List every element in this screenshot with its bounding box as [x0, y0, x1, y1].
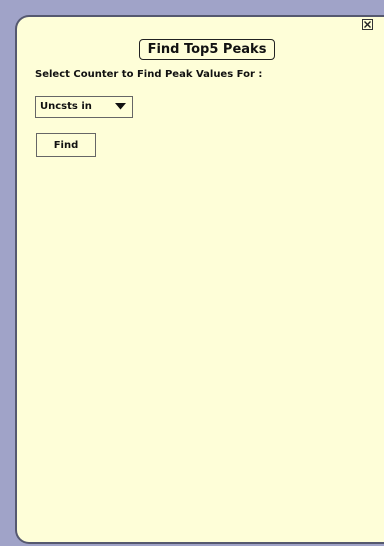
dialog-title-badge: Find Top5 Peaks: [139, 39, 275, 60]
close-button[interactable]: [362, 19, 373, 30]
find-button[interactable]: Find: [36, 133, 96, 157]
chevron-down-icon: [115, 103, 126, 110]
dialog-title: Find Top5 Peaks: [147, 42, 267, 57]
dialog-panel: [15, 15, 384, 544]
counter-select[interactable]: Uncsts in: [35, 96, 133, 118]
close-icon: [364, 21, 371, 28]
counter-prompt-label: Select Counter to Find Peak Values For :: [35, 69, 263, 80]
counter-select-value: Uncsts in: [40, 101, 92, 112]
